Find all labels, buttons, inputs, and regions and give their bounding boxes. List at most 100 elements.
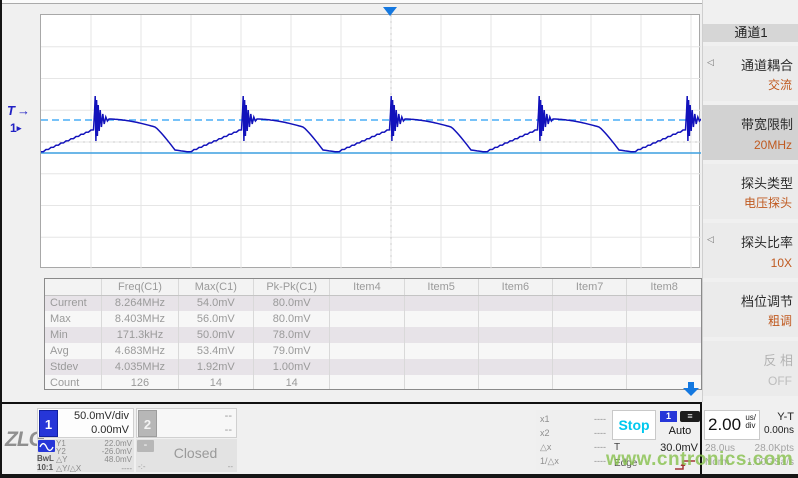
statusbar-separator: [0, 402, 702, 404]
channel1-ground-marker[interactable]: 1▸: [10, 121, 21, 135]
top-hairline: [0, 3, 798, 4]
channel2-ratio: -:-: [138, 462, 146, 471]
table-cell: [553, 359, 627, 375]
bottom-border: [0, 474, 798, 478]
table-body: Current8.264MHz54.0mV80.0mVMax8.403MHz56…: [45, 295, 701, 390]
measurement-panel: Freq(C1)Max(C1)Pk-Pk(C1)Item4Item5Item6I…: [44, 278, 702, 390]
channel2-state: Closed: [158, 445, 233, 461]
sidebar-item-coupling[interactable]: ◁ 通道耦合交流: [703, 46, 798, 101]
softkey-label: 通道耦合: [741, 55, 793, 74]
table-cell: [478, 343, 552, 359]
table-cell: 56.0mV: [178, 311, 254, 327]
channel2-badge: 2: [138, 410, 157, 437]
table-row: Max8.403MHz56.0mV80.0mV: [45, 311, 701, 327]
softkey-label: 反 相: [763, 350, 793, 369]
softkey-more-icon: ◁: [707, 234, 714, 245]
table-cell: [330, 343, 404, 359]
sidebar-item-bandwidth[interactable]: 带宽限制20MHz: [703, 105, 798, 160]
table-row: Count1261414: [45, 375, 701, 390]
table-head: Freq(C1)Max(C1)Pk-Pk(C1)Item4Item5Item6I…: [45, 279, 701, 295]
table-cell: 1.00mV: [254, 359, 330, 375]
softkey-label: 探头类型: [741, 173, 793, 192]
table-cell: [404, 311, 478, 327]
x-cursor-row: △x----: [540, 440, 606, 454]
softkey-value: 电压探头: [744, 194, 792, 211]
menu-title: 通道1: [703, 24, 798, 42]
table-header-cell: Max(C1): [178, 279, 254, 295]
channel1-status-block[interactable]: 1 50.0mV/div 0.00mV BwL 10:1 Y122.0mVY2-…: [37, 408, 134, 472]
channel1-ground-arrow-icon: ▸: [17, 123, 22, 133]
waveform-display: [40, 14, 700, 268]
table-cell: 14: [254, 375, 330, 390]
x-cursor-row: x2 ----: [540, 426, 606, 440]
table-cell: Current: [45, 295, 102, 311]
y-cursor-row-label: △Y/△X: [56, 465, 81, 473]
table-cell: [478, 375, 552, 390]
x-cursor-row-value: ----: [594, 426, 606, 440]
table-header-cell: Item4: [330, 279, 404, 295]
table-cell: 80.0mV: [254, 311, 330, 327]
sidebar-item-probe-type[interactable]: 探头类型电压探头: [703, 164, 798, 219]
softkey-value: 粗调: [768, 312, 792, 329]
trigger-delay: 0.00ns: [764, 425, 794, 436]
trigger-mode: Auto: [660, 425, 700, 437]
table-cell: 171.3kHz: [102, 327, 178, 343]
table-cell: [478, 295, 552, 311]
y-cursor-row: △Y/△X----: [56, 465, 132, 473]
probe-ratio-flag: 10:1: [37, 463, 53, 472]
table-header-cell: Item6: [478, 279, 552, 295]
table-scroll-down-icon[interactable]: [682, 382, 700, 402]
table-cell: [330, 359, 404, 375]
channel2-status-block[interactable]: 2 -- -- - Closed -:- --: [136, 408, 237, 472]
x-cursor-row: x1----: [540, 412, 606, 426]
table-row: Stdev4.035MHz1.92mV1.00mV: [45, 359, 701, 375]
sidebar-item-probe-ratio[interactable]: ◁探头比率10X: [703, 223, 798, 278]
table-cell: [627, 327, 701, 343]
softkey-value: 交流: [768, 76, 792, 93]
table-cell: 79.0mV: [254, 343, 330, 359]
table-header-cell: Pk-Pk(C1): [254, 279, 330, 295]
softkey-label: 带宽限制: [741, 114, 793, 133]
table-header-cell: Item8: [627, 279, 701, 295]
table-cell: [330, 295, 404, 311]
softkey-more-icon: ◁: [707, 57, 714, 68]
trigger-source-badge: 1: [660, 411, 677, 422]
table-cell: 4.683MHz: [102, 343, 178, 359]
channel2-offset: --: [225, 424, 232, 436]
table-cell: [627, 295, 701, 311]
table-cell: [627, 359, 701, 375]
sidebar-item-invert[interactable]: 反 相OFF: [703, 341, 798, 396]
trigger-level-marker[interactable]: T→: [7, 103, 30, 118]
table-cell: [330, 327, 404, 343]
timebase-box[interactable]: 2.00 us/ div: [704, 410, 760, 440]
sidebar-item-gain-adjust[interactable]: 档位调节粗调: [703, 282, 798, 337]
channel1-scale-box: 1 50.0mV/div 0.00mV: [37, 408, 134, 438]
table-cell: [553, 311, 627, 327]
channel1-badge: 1: [39, 410, 58, 437]
bandwidth-limit-flag: BwL: [37, 454, 54, 463]
table-row: Current8.264MHz54.0mV80.0mV: [45, 295, 701, 311]
table-header-cell: Item7: [553, 279, 627, 295]
x-cursor-row-label: x1: [540, 412, 550, 426]
table-cell: 126: [102, 375, 178, 390]
timebase-scale: 2.00: [708, 415, 741, 435]
table-cell: [553, 375, 627, 390]
table-cell: Min: [45, 327, 102, 343]
x-cursor-row-value: ----: [594, 440, 606, 454]
timebase-unit: us/ div: [745, 414, 756, 430]
table-header-cell: Item5: [404, 279, 478, 295]
trigger-level-arrow-icon: →: [17, 103, 30, 118]
table-cell: 1.92mV: [178, 359, 254, 375]
left-border: [0, 0, 2, 478]
table-cell: Stdev: [45, 359, 102, 375]
table-cell: Count: [45, 375, 102, 390]
x-cursor-row-label: x2: [540, 426, 550, 440]
x-cursor-row: 1/△x----: [540, 454, 606, 468]
x-cursor-readout: x1----x2----△x----1/△x----: [536, 410, 610, 470]
table-row: Min171.3kHz50.0mV78.0mV: [45, 327, 701, 343]
run-state-indicator[interactable]: Stop: [612, 410, 656, 440]
x-cursor-row-label: 1/△x: [540, 454, 559, 468]
table-cell: Max: [45, 311, 102, 327]
table-header-cell: [45, 279, 102, 295]
trigger-position-marker-icon[interactable]: [383, 7, 397, 16]
